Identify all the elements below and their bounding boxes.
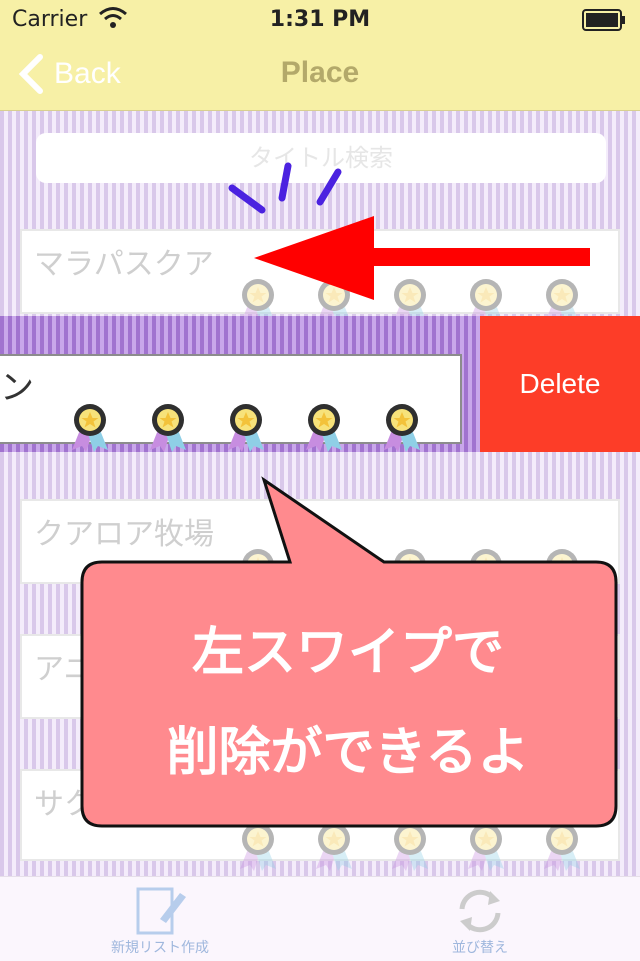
navigation-bar: Back Place <box>0 40 640 111</box>
medal-icon <box>392 823 428 871</box>
medal-icon <box>468 823 504 871</box>
tab-bar: 新規リスト作成 並び替え <box>0 876 640 961</box>
medal-icon <box>392 549 428 597</box>
medal-icon <box>468 549 504 597</box>
list-item-title: サク <box>34 787 94 822</box>
delete-button[interactable]: Delete <box>480 316 640 452</box>
list-item-title: ン <box>0 368 34 408</box>
medal-icon <box>72 404 108 452</box>
medal-icon <box>306 404 342 452</box>
clock: 1:31 PM <box>269 7 371 32</box>
medal-icon <box>316 549 352 597</box>
rating-badges <box>232 545 588 597</box>
medal-icon <box>228 404 264 452</box>
page-title: Place <box>280 56 360 89</box>
list-item-title: クアロア牧場 <box>34 517 214 552</box>
status-bar: Carrier 1:31 PM <box>0 0 640 40</box>
tab-new-list-label: 新規リスト作成 <box>111 940 209 956</box>
list-item-title: マラパスクア <box>34 247 214 282</box>
rating-badges <box>64 400 428 452</box>
overlay-text-line1: 左スワイプで <box>191 623 504 683</box>
search-input[interactable]: タイトル検索 <box>36 133 606 183</box>
list-item[interactable]: マラパスクア <box>20 229 620 327</box>
battery-icon <box>582 9 625 31</box>
medal-icon <box>150 404 186 452</box>
medal-icon <box>384 404 420 452</box>
list-item[interactable]: クアロア牧場 <box>20 499 620 597</box>
tab-new-list[interactable]: 新規リスト作成 <box>60 877 260 961</box>
medal-icon <box>316 823 352 871</box>
medal-icon <box>240 823 276 871</box>
refresh-icon <box>459 889 501 933</box>
new-document-icon <box>136 887 186 935</box>
medal-icon <box>240 549 276 597</box>
rating-badges <box>232 819 588 871</box>
tab-sort[interactable]: 並び替え <box>380 877 580 961</box>
medal-icon <box>544 823 580 871</box>
tab-sort-label: 並び替え <box>452 940 508 956</box>
overlay-text-line2: 削除ができるよ <box>166 723 530 783</box>
medal-icon <box>544 549 580 597</box>
swiped-list-item[interactable]: ン <box>0 354 462 452</box>
